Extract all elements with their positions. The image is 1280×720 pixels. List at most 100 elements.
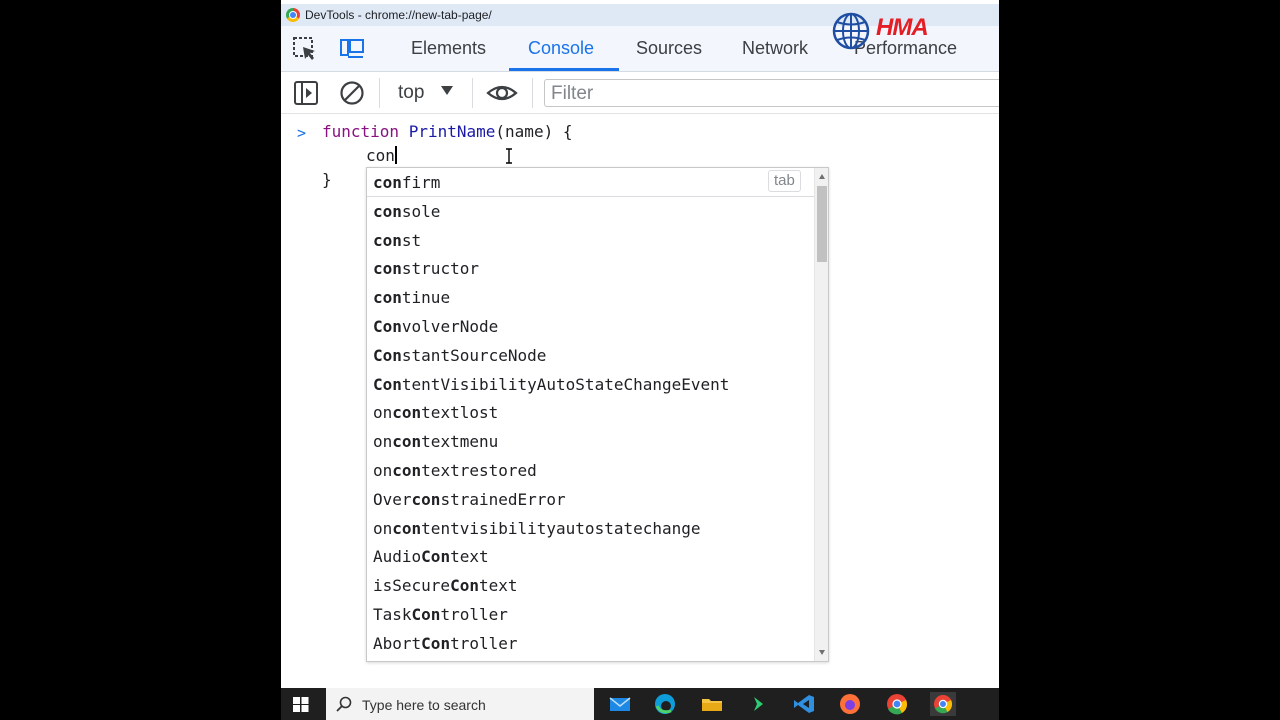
code-function-name: PrintName [408, 122, 496, 141]
text-caret [394, 146, 397, 164]
tab-hint-badge: tab [768, 170, 801, 192]
autocomplete-item[interactable]: OverconstrainedError [367, 485, 815, 514]
suggestion-match: con [373, 288, 402, 308]
clear-console-icon[interactable] [339, 80, 365, 106]
suggestion-suffix: stantSourceNode [401, 345, 547, 365]
code-closing-brace: } [322, 170, 332, 189]
tab-console[interactable]: Console [528, 38, 594, 59]
suggestion-suffix: text [478, 576, 518, 596]
code-keyword: function [322, 122, 400, 141]
inspect-element-icon[interactable] [292, 36, 318, 62]
code-line-3[interactable]: } [322, 170, 332, 189]
windows-taskbar: Type here to search [281, 688, 999, 720]
scroll-down-icon[interactable] [819, 650, 825, 655]
autocomplete-scrollbar[interactable] [814, 168, 828, 661]
suggestion-suffix: strainedError [440, 489, 566, 509]
autocomplete-item[interactable]: confirm [367, 168, 815, 197]
tab-sources[interactable]: Sources [636, 38, 702, 59]
suggestion-prefix: Task [373, 605, 412, 624]
suggestion-match: con [392, 432, 422, 452]
suggestion-prefix: on [373, 518, 393, 538]
suggestion-match: con [373, 230, 402, 250]
autocomplete-item[interactable]: constructor [367, 254, 815, 283]
ibeam-cursor-icon [506, 148, 512, 164]
suggestion-suffix: firm [401, 173, 441, 192]
taskbar-search-box[interactable]: Type here to search [326, 688, 594, 720]
suggestion-prefix: on [373, 403, 393, 423]
sidebar-toggle-icon[interactable] [293, 80, 319, 106]
code-line-2[interactable]: con [366, 146, 397, 165]
scrollbar-thumb[interactable] [817, 186, 827, 262]
chrome-active-window-icon[interactable] [930, 692, 956, 716]
file-explorer-icon[interactable] [699, 692, 725, 716]
suggestion-match: con [373, 259, 402, 279]
filter-input[interactable] [544, 79, 999, 107]
suggestion-suffix: st [401, 230, 422, 250]
search-icon [336, 696, 352, 712]
suggestion-match: Con [373, 317, 402, 336]
suggestion-match: Con [373, 345, 402, 365]
suggestion-prefix: Abort [373, 633, 422, 653]
windows-start-icon[interactable] [293, 697, 309, 712]
suggestion-suffix: textrestored [421, 461, 537, 480]
suggestion-suffix: troller [450, 633, 518, 653]
suggestion-prefix: on [373, 432, 393, 452]
suggestion-prefix: Over [373, 489, 412, 509]
autocomplete-item[interactable]: ContentVisibilityAutoStateChangeEvent [367, 370, 815, 399]
context-selector[interactable]: top [398, 82, 424, 104]
device-toolbar-icon[interactable] [339, 36, 365, 62]
autocomplete-dropdown[interactable]: confirm console const constructor continue Co… [366, 167, 829, 662]
tab-network[interactable]: Network [742, 38, 808, 59]
suggestion-match: con [373, 173, 402, 192]
console-toolbar: top [281, 72, 999, 114]
suggestion-prefix: isSecure [373, 576, 451, 596]
globe-icon [832, 12, 870, 50]
autocomplete-item[interactable]: oncontentvisibilityautostatechange [367, 514, 815, 543]
suggestion-suffix: sole [401, 201, 441, 221]
toolbar-separator [472, 78, 473, 108]
suggestion-suffix: text [450, 547, 489, 567]
tab-elements[interactable]: Elements [411, 38, 486, 59]
code-params: (name) { [495, 122, 573, 141]
autocomplete-item[interactable]: isSecureContext [367, 571, 815, 600]
autocomplete-item[interactable]: ConstantSourceNode [367, 341, 815, 370]
autocomplete-item[interactable]: AudioContext [367, 542, 815, 571]
autocomplete-item[interactable]: oncontextmenu [367, 427, 815, 456]
app-arrow-icon[interactable] [745, 692, 771, 716]
live-expression-eye-icon[interactable] [486, 80, 518, 106]
autocomplete-item[interactable]: ConvolverNode [367, 312, 815, 341]
suggestion-match: con [411, 489, 441, 509]
code-line-1[interactable]: function PrintName(name) { [322, 122, 572, 141]
suggestion-suffix: troller [440, 605, 508, 624]
autocomplete-item[interactable]: AbortController [367, 629, 815, 658]
suggestion-suffix: textmenu [421, 432, 499, 452]
autocomplete-item[interactable]: continue [367, 283, 815, 312]
suggestion-match: Con [450, 576, 479, 596]
toolbar-separator [379, 78, 380, 108]
context-dropdown-arrow-icon[interactable] [441, 86, 453, 95]
code-typed-text: con [366, 146, 395, 165]
suggestion-prefix: Audio [373, 547, 422, 567]
autocomplete-item[interactable]: oncontextrestored [367, 456, 815, 485]
suggestion-suffix: tentvisibilityautostatechange [421, 518, 701, 538]
suggestion-match: Con [421, 547, 451, 567]
chrome-taskbar-icon[interactable] [884, 692, 910, 716]
channel-logo: HMA [832, 12, 962, 52]
mail-app-icon[interactable] [607, 692, 633, 716]
edge-browser-icon[interactable] [652, 692, 678, 716]
scroll-up-icon[interactable] [819, 174, 825, 179]
vscode-icon[interactable] [791, 692, 817, 716]
autocomplete-item[interactable]: oncontextlost [367, 398, 815, 427]
devtools-window: DevTools - chrome://new-tab-page/ Elemen… [281, 0, 999, 720]
firefox-icon[interactable] [837, 692, 863, 716]
suggestion-match: Con [421, 633, 451, 653]
suggestion-suffix: volverNode [401, 317, 499, 336]
suggestion-prefix: on [373, 461, 393, 480]
autocomplete-item[interactable]: const [367, 226, 815, 255]
autocomplete-item[interactable]: console [367, 197, 815, 226]
suggestion-suffix: structor [401, 259, 479, 279]
console-prompt-icon: > [297, 124, 307, 142]
suggestion-match: con [392, 461, 422, 480]
autocomplete-item[interactable]: TaskController [367, 600, 815, 629]
suggestion-suffix: tentVisibilityAutoStateChangeEvent [401, 374, 730, 394]
